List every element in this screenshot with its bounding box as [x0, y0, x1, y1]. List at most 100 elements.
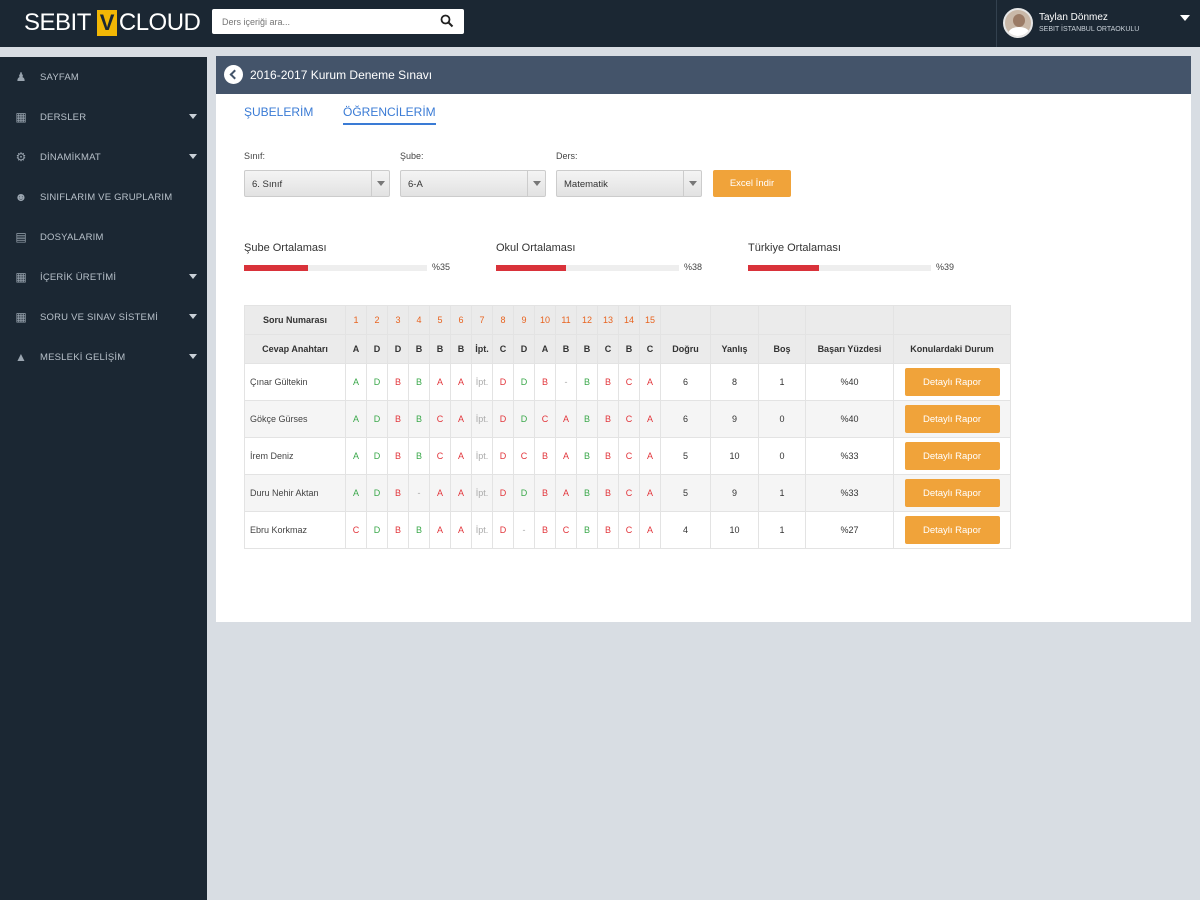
sidebar-item-soru-sinav[interactable]: ▦ SORU VE SINAV SİSTEMİ — [0, 297, 207, 337]
student-answer: İpt. — [471, 437, 493, 475]
student-answer: B — [387, 400, 409, 438]
sidebar-item-dersler[interactable]: ▦ DERSLER — [0, 97, 207, 137]
detailed-report-button[interactable]: Detaylı Rapor — [904, 479, 1000, 507]
exam-icon: ▦ — [15, 310, 27, 324]
sidebar-item-dosyalarim[interactable]: ▤ DOSYALARIM — [0, 217, 207, 257]
answer-key-cell: B — [618, 334, 640, 364]
detailed-report-button[interactable]: Detaylı Rapor — [904, 368, 1000, 396]
student-answer: C — [618, 437, 640, 475]
student-answer: A — [450, 511, 472, 549]
student-answer: B — [597, 474, 619, 512]
header-spacer — [893, 305, 1011, 335]
student-answer: A — [429, 511, 451, 549]
student-answer: B — [534, 437, 556, 475]
konu-header: Konulardaki Durum — [893, 334, 1011, 364]
student-answer: B — [576, 400, 598, 438]
student-bos: 0 — [758, 400, 806, 438]
question-number: 15 — [639, 305, 661, 335]
sidebar-item-siniflarim[interactable]: ☻ SINIFLARIM VE GRUPLARIM — [0, 177, 207, 217]
page-title: 2016-2017 Kurum Deneme Sınavı — [250, 68, 433, 82]
student-basari: %40 — [805, 363, 894, 401]
okul-average-bar — [496, 265, 679, 271]
student-answer: - — [408, 474, 430, 512]
student-answer: A — [555, 437, 577, 475]
student-answer: - — [513, 511, 535, 549]
student-answer: B — [387, 511, 409, 549]
student-answer: A — [345, 400, 367, 438]
search-input[interactable] — [212, 9, 432, 34]
student-bos: 0 — [758, 437, 806, 475]
sidebar-item-sayfam[interactable]: ♟ SAYFAM — [0, 57, 207, 97]
ders-select[interactable]: Matematik — [556, 170, 702, 197]
content-icon: ▦ — [15, 270, 27, 284]
user-menu[interactable]: Taylan Dönmez SEBIT İSTANBUL ORTAOKULU — [996, 0, 1200, 47]
student-yanlis: 10 — [710, 511, 759, 549]
question-number-row: Soru Numarası 1 2 3 4 5 6 7 8 9 10 11 12 13 14 15 — [244, 305, 1011, 335]
student-answer: A — [345, 363, 367, 401]
detailed-report-button[interactable]: Detaylı Rapor — [904, 516, 1000, 544]
student-answer: A — [429, 474, 451, 512]
logo-right: CLOUD — [118, 9, 201, 36]
student-bos: 1 — [758, 474, 806, 512]
student-answer: İpt. — [471, 511, 493, 549]
answer-key-cell: A — [345, 334, 367, 364]
user-name: Taylan Dönmez — [1039, 12, 1108, 23]
chevron-down-icon[interactable] — [1180, 15, 1190, 21]
answer-key-cell: C — [492, 334, 514, 364]
sidebar-item-icerik-uretimi[interactable]: ▦ İÇERİK ÜRETİMİ — [0, 257, 207, 297]
student-answer: A — [429, 363, 451, 401]
answer-key-row: Cevap Anahtarı A D D B B B İpt. C D A B B C B C Doğru Yan… — [244, 334, 1011, 364]
logo[interactable]: SEBIT V CLOUD — [24, 8, 201, 38]
search-icon[interactable] — [440, 14, 454, 28]
answer-key-cell: B — [408, 334, 430, 364]
sinif-select[interactable]: 6. Sınıf — [244, 170, 390, 197]
student-dogru: 6 — [660, 363, 711, 401]
student-answer: A — [450, 437, 472, 475]
sidebar: ♟ SAYFAM ▦ DERSLER ⚙ DİNAMİKMAT ☻ SINIFL… — [0, 57, 207, 900]
table-row: Çınar Gültekin A D B B A A İpt. D D B - B B C A 6 8 1 %40 De… — [244, 363, 1011, 401]
back-icon[interactable] — [224, 65, 243, 84]
question-number: 8 — [492, 305, 514, 335]
excel-download-button[interactable]: Excel İndir — [713, 170, 791, 197]
student-bos: 1 — [758, 363, 806, 401]
student-answer: D — [513, 400, 535, 438]
student-answer: D — [492, 474, 514, 512]
tab-subelerim[interactable]: ŞUBELERİM — [244, 105, 313, 123]
files-icon: ▤ — [15, 230, 27, 244]
sube-average-value: %35 — [432, 262, 451, 272]
tab-ogrencilerim[interactable]: ÖĞRENCİLERİM — [343, 105, 436, 125]
student-answer: D — [513, 474, 535, 512]
student-dogru: 5 — [660, 474, 711, 512]
sidebar-item-label: DOSYALARIM — [40, 231, 104, 243]
answer-key-cell: B — [429, 334, 451, 364]
student-answer: B — [408, 511, 430, 549]
sidebar-item-label: SINIFLARIM VE GRUPLARIM — [40, 191, 173, 203]
turkiye-average-label: Türkiye Ortalaması — [748, 242, 841, 254]
student-answer: A — [555, 400, 577, 438]
question-number: 3 — [387, 305, 409, 335]
student-answer: C — [618, 474, 640, 512]
answer-key-header: Cevap Anahtarı — [244, 334, 346, 364]
student-answer: C — [429, 437, 451, 475]
basari-header: Başarı Yüzdesi — [805, 334, 894, 364]
top-bar: SEBIT V CLOUD Taylan Dönmez SEBIT İSTANB… — [0, 0, 1200, 47]
sube-select[interactable]: 6-A — [400, 170, 546, 197]
sidebar-item-mesleki-gelisim[interactable]: ▲ MESLEKİ GELİŞİM — [0, 337, 207, 377]
question-header: Soru Numarası — [244, 305, 346, 335]
student-answer: B — [534, 511, 556, 549]
student-answer: - — [555, 363, 577, 401]
detailed-report-button[interactable]: Detaylı Rapor — [904, 442, 1000, 470]
question-number: 13 — [597, 305, 619, 335]
avatar[interactable] — [1003, 8, 1033, 38]
graduation-icon: ▲ — [15, 350, 27, 364]
question-number: 12 — [576, 305, 598, 335]
question-number: 1 — [345, 305, 367, 335]
turkiye-average-bar — [748, 265, 931, 271]
student-answer: B — [387, 363, 409, 401]
sidebar-item-dinamikmat[interactable]: ⚙ DİNAMİKMAT — [0, 137, 207, 177]
sube-average-bar — [244, 265, 427, 271]
detailed-report-button[interactable]: Detaylı Rapor — [904, 405, 1000, 433]
panel-header: 2016-2017 Kurum Deneme Sınavı — [216, 56, 1191, 94]
student-yanlis: 9 — [710, 474, 759, 512]
student-answer: D — [366, 400, 388, 438]
